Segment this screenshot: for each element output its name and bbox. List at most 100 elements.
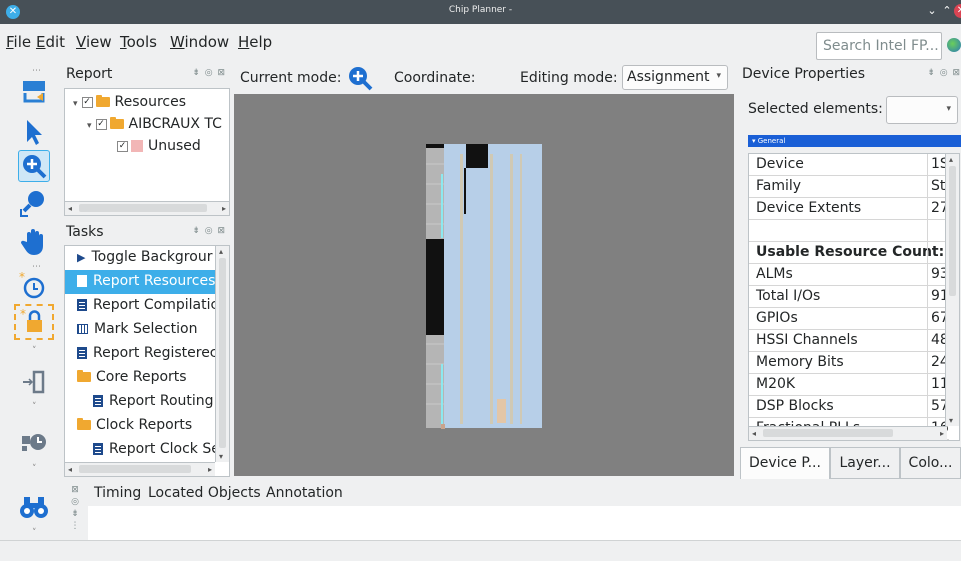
- scroll-right-icon[interactable]: ▸: [208, 465, 212, 474]
- chip-floorplan[interactable]: [234, 94, 734, 476]
- column-divider: [927, 154, 928, 175]
- menu-help[interactable]: Help: [238, 33, 272, 51]
- grid-icon: [77, 324, 88, 334]
- menu-edit[interactable]: Edit: [36, 33, 65, 51]
- horizontal-scrollbar[interactable]: ◂ ▸: [749, 426, 947, 440]
- scroll-thumb[interactable]: [763, 429, 893, 437]
- tree-item-unused[interactable]: ✓ Unused: [65, 135, 201, 159]
- menu-file[interactable]: File: [6, 33, 31, 51]
- minimize-icon[interactable]: ⌄: [925, 4, 939, 17]
- tab-timing[interactable]: Timing: [94, 485, 141, 501]
- svg-text:*: *: [20, 308, 26, 321]
- scroll-right-icon[interactable]: ▸: [222, 204, 226, 213]
- layer-select-icon[interactable]: [18, 76, 50, 108]
- property-row[interactable]: Memory Bits 24: [749, 352, 949, 374]
- tab-device-properties[interactable]: Device P...: [740, 447, 830, 479]
- tab-located-objects[interactable]: Located Objects: [148, 485, 261, 501]
- checkbox[interactable]: ✓: [81, 96, 93, 108]
- menu-window[interactable]: Window: [170, 33, 229, 51]
- search-input[interactable]: Search Intel FP...: [816, 32, 942, 60]
- timing-icon[interactable]: [18, 428, 50, 460]
- toolbar-grip: ⋯: [32, 66, 41, 76]
- scroll-up-icon[interactable]: ▴: [949, 155, 953, 164]
- property-row[interactable]: M20K 11: [749, 374, 949, 396]
- scroll-right-icon[interactable]: ▸: [940, 429, 944, 438]
- history-icon[interactable]: *: [18, 270, 50, 302]
- horizontal-scrollbar[interactable]: ◂ ▸: [65, 201, 229, 215]
- scroll-thumb[interactable]: [79, 204, 207, 212]
- tab-annotation[interactable]: Annotation: [266, 485, 343, 501]
- hand-pan-icon[interactable]: [18, 226, 50, 258]
- menu-view[interactable]: View: [76, 33, 112, 51]
- tab-colors[interactable]: Colo...: [900, 447, 961, 479]
- scroll-down-icon[interactable]: ▾: [949, 416, 953, 425]
- maximize-icon[interactable]: ⌃: [940, 4, 954, 17]
- binoculars-icon[interactable]: [18, 492, 50, 524]
- scroll-up-icon[interactable]: ▴: [219, 247, 223, 256]
- property-row[interactable]: [749, 220, 949, 242]
- globe-icon[interactable]: [947, 38, 961, 52]
- scroll-left-icon[interactable]: ◂: [68, 465, 72, 474]
- scroll-thumb[interactable]: [949, 166, 956, 296]
- property-key: DSP Blocks: [756, 398, 834, 414]
- expand-icon[interactable]: ▾: [87, 115, 92, 137]
- task-mark-selection[interactable]: Mark Selection: [65, 318, 215, 342]
- color-swatch-icon: [131, 140, 143, 152]
- toolbar-grip: ˅: [32, 528, 37, 538]
- document-icon: [77, 299, 87, 311]
- tab-layers[interactable]: Layer...: [830, 447, 900, 479]
- property-row[interactable]: Usable Resource Count:: [749, 242, 949, 264]
- panel-controls-icon[interactable]: ⇟ ◎ ⊠: [192, 226, 226, 236]
- panel-controls-icon[interactable]: ⇟ ◎ ⊠: [927, 68, 961, 78]
- task-report-routing[interactable]: Report Routing: [65, 390, 215, 414]
- lock-icon[interactable]: *: [14, 304, 54, 340]
- pointer-icon[interactable]: [18, 116, 50, 148]
- column-divider: [927, 308, 928, 329]
- tasks-list: ▶ Toggle Backgrour Report Resources Repor…: [64, 245, 230, 477]
- panel-controls-icon[interactable]: ⊠ ◎ ⇟ ⋮: [68, 484, 82, 532]
- section-header-general[interactable]: ▾ General: [748, 135, 961, 147]
- property-row[interactable]: ALMs 93: [749, 264, 949, 286]
- editing-mode-dropdown[interactable]: Assignment ▾: [622, 65, 728, 90]
- zoom-region-icon[interactable]: [18, 188, 50, 220]
- task-report-registered[interactable]: Report Registerec: [65, 342, 218, 366]
- scroll-thumb[interactable]: [219, 258, 226, 448]
- chip-canvas[interactable]: [234, 94, 734, 476]
- selected-elements-label: Selected elements:: [748, 101, 883, 117]
- checkbox[interactable]: ✓: [117, 140, 128, 152]
- folder-icon: [109, 117, 124, 129]
- task-report-clock-setup[interactable]: Report Clock Se: [65, 438, 220, 462]
- node-icon[interactable]: [18, 366, 50, 398]
- task-toggle-background[interactable]: ▶ Toggle Backgrour: [65, 246, 215, 270]
- property-row[interactable]: FamilyStr: [749, 176, 949, 198]
- svg-text:*: *: [19, 271, 25, 284]
- property-row[interactable]: Total I/Os 91: [749, 286, 949, 308]
- task-clock-reports[interactable]: Clock Reports: [65, 414, 215, 438]
- scroll-down-icon[interactable]: ▾: [219, 452, 223, 461]
- expand-icon[interactable]: ▾: [73, 93, 78, 115]
- vertical-scrollbar[interactable]: ▴ ▾: [945, 154, 959, 426]
- close-icon[interactable]: ✕: [954, 4, 961, 18]
- vertical-scrollbar[interactable]: ▴ ▾: [215, 246, 229, 462]
- column-divider: [927, 242, 928, 263]
- toolbar-grip: ˅: [32, 464, 37, 474]
- scroll-left-icon[interactable]: ◂: [752, 429, 756, 438]
- tree-item-resources[interactable]: ▾ ✓ Resources: [65, 91, 186, 115]
- menu-tools[interactable]: Tools: [120, 33, 157, 51]
- horizontal-scrollbar[interactable]: ◂ ▸: [65, 462, 215, 476]
- checkbox[interactable]: ✓: [95, 118, 107, 130]
- scroll-thumb[interactable]: [79, 465, 191, 473]
- property-row[interactable]: GPIOs 67: [749, 308, 949, 330]
- task-report-compilation[interactable]: Report Compilatic: [65, 294, 218, 318]
- task-core-reports[interactable]: Core Reports: [65, 366, 215, 390]
- property-row[interactable]: Device 1S: [749, 154, 949, 176]
- scroll-left-icon[interactable]: ◂: [68, 204, 72, 213]
- tree-item-aibcraux[interactable]: ▾ ✓ AIBCRAUX TC: [65, 113, 222, 137]
- task-report-resources[interactable]: Report Resources: [65, 270, 215, 294]
- zoom-in-icon[interactable]: [18, 150, 50, 182]
- selected-elements-dropdown[interactable]: ▾: [886, 96, 958, 124]
- property-row[interactable]: HSSI Channels 48: [749, 330, 949, 352]
- property-row[interactable]: DSP Blocks 57: [749, 396, 949, 418]
- panel-controls-icon[interactable]: ⇟ ◎ ⊠: [192, 68, 226, 78]
- property-row[interactable]: Device Extents 27: [749, 198, 949, 220]
